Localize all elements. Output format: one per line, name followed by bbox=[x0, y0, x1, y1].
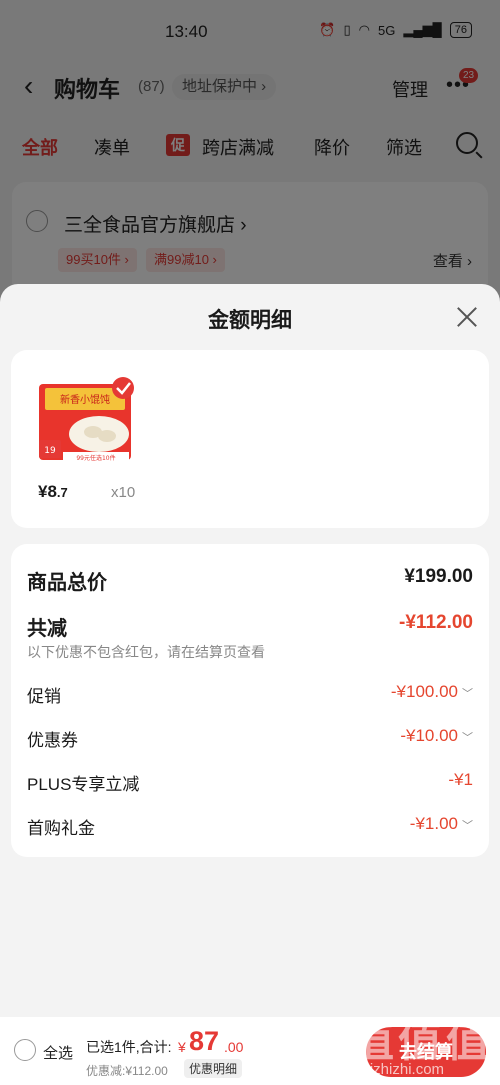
item-price-decimal: .7 bbox=[56, 485, 68, 500]
item-quantity: x10 bbox=[111, 484, 136, 501]
discount-amount: -¥100.00 bbox=[390, 682, 458, 701]
sheet-title: 金额明细 bbox=[208, 309, 292, 332]
total-row: 商品总价 ¥199.00 bbox=[27, 566, 473, 596]
product-brand-text: 新香小馄饨 bbox=[60, 393, 110, 406]
discount-label: PLUS专享立减 bbox=[27, 775, 140, 794]
checkout-bar: 全选 已选1件,合计: ¥ 87 .00 优惠减:¥112.00 优惠明细 去结… bbox=[0, 1017, 500, 1085]
discount-value: -¥1.00 ﹀ bbox=[410, 814, 473, 834]
discount-note: 以下优惠不包含红包，请在结算页查看 bbox=[27, 644, 265, 660]
item-price: ¥8.7 bbox=[38, 482, 68, 502]
reduce-value: -¥112.00 bbox=[399, 612, 473, 633]
total-value: ¥199.00 bbox=[404, 566, 473, 587]
goods-card: 新香小馄饨 19 99元任选10件 ¥8.7 x10 bbox=[11, 350, 489, 528]
product-image: 新香小馄饨 19 99元任选10件 bbox=[39, 377, 134, 462]
total-amount: 87 bbox=[189, 1026, 220, 1056]
discount-label: 优惠券 bbox=[27, 731, 78, 750]
checkout-button[interactable]: 去结算 bbox=[366, 1027, 486, 1077]
close-icon[interactable] bbox=[456, 306, 478, 328]
reduce-label: 共减 bbox=[27, 618, 67, 640]
discount-amount: -¥1.00 bbox=[409, 814, 458, 833]
chevron-down-icon[interactable]: ﹀ bbox=[462, 820, 473, 832]
discount-amount: -¥10.00 bbox=[400, 726, 458, 745]
discount-label: 促销 bbox=[27, 687, 61, 706]
chevron-down-icon[interactable]: ﹀ bbox=[462, 732, 473, 744]
discount-value: -¥10.00 ﹀ bbox=[400, 726, 473, 746]
discount-detail-button[interactable]: 优惠明细 bbox=[184, 1059, 243, 1078]
price-detail-card: 商品总价 ¥199.00 共减 -¥112.00 以下优惠不包含红包，请在结算页… bbox=[11, 544, 489, 857]
total-cents: .00 bbox=[224, 1039, 244, 1055]
select-all-radio[interactable] bbox=[14, 1039, 36, 1061]
amount-detail-sheet: 金额明细 新香小馄饨 19 99元任选10件 ¥8.7 x10 商品总价 ¥19… bbox=[0, 284, 500, 1085]
product-promo-text: 99元任选10件 bbox=[76, 454, 115, 462]
total-currency: ¥ bbox=[178, 1039, 186, 1055]
product-price-badge: 19 bbox=[44, 446, 56, 456]
total-label: 商品总价 bbox=[27, 572, 107, 594]
discount-label: 首购礼金 bbox=[27, 819, 95, 838]
selected-summary: 已选1件,合计: bbox=[86, 1039, 172, 1055]
discount-value: -¥100.00 ﹀ bbox=[391, 682, 473, 702]
item-price-main: ¥8 bbox=[38, 482, 57, 501]
discount-value: -¥1 bbox=[448, 770, 473, 790]
discount-amount: -¥1 bbox=[448, 770, 473, 789]
select-all-label[interactable]: 全选 bbox=[43, 1042, 73, 1063]
discount-summary: 优惠减:¥112.00 bbox=[86, 1064, 168, 1078]
chevron-down-icon[interactable]: ﹀ bbox=[462, 688, 473, 700]
